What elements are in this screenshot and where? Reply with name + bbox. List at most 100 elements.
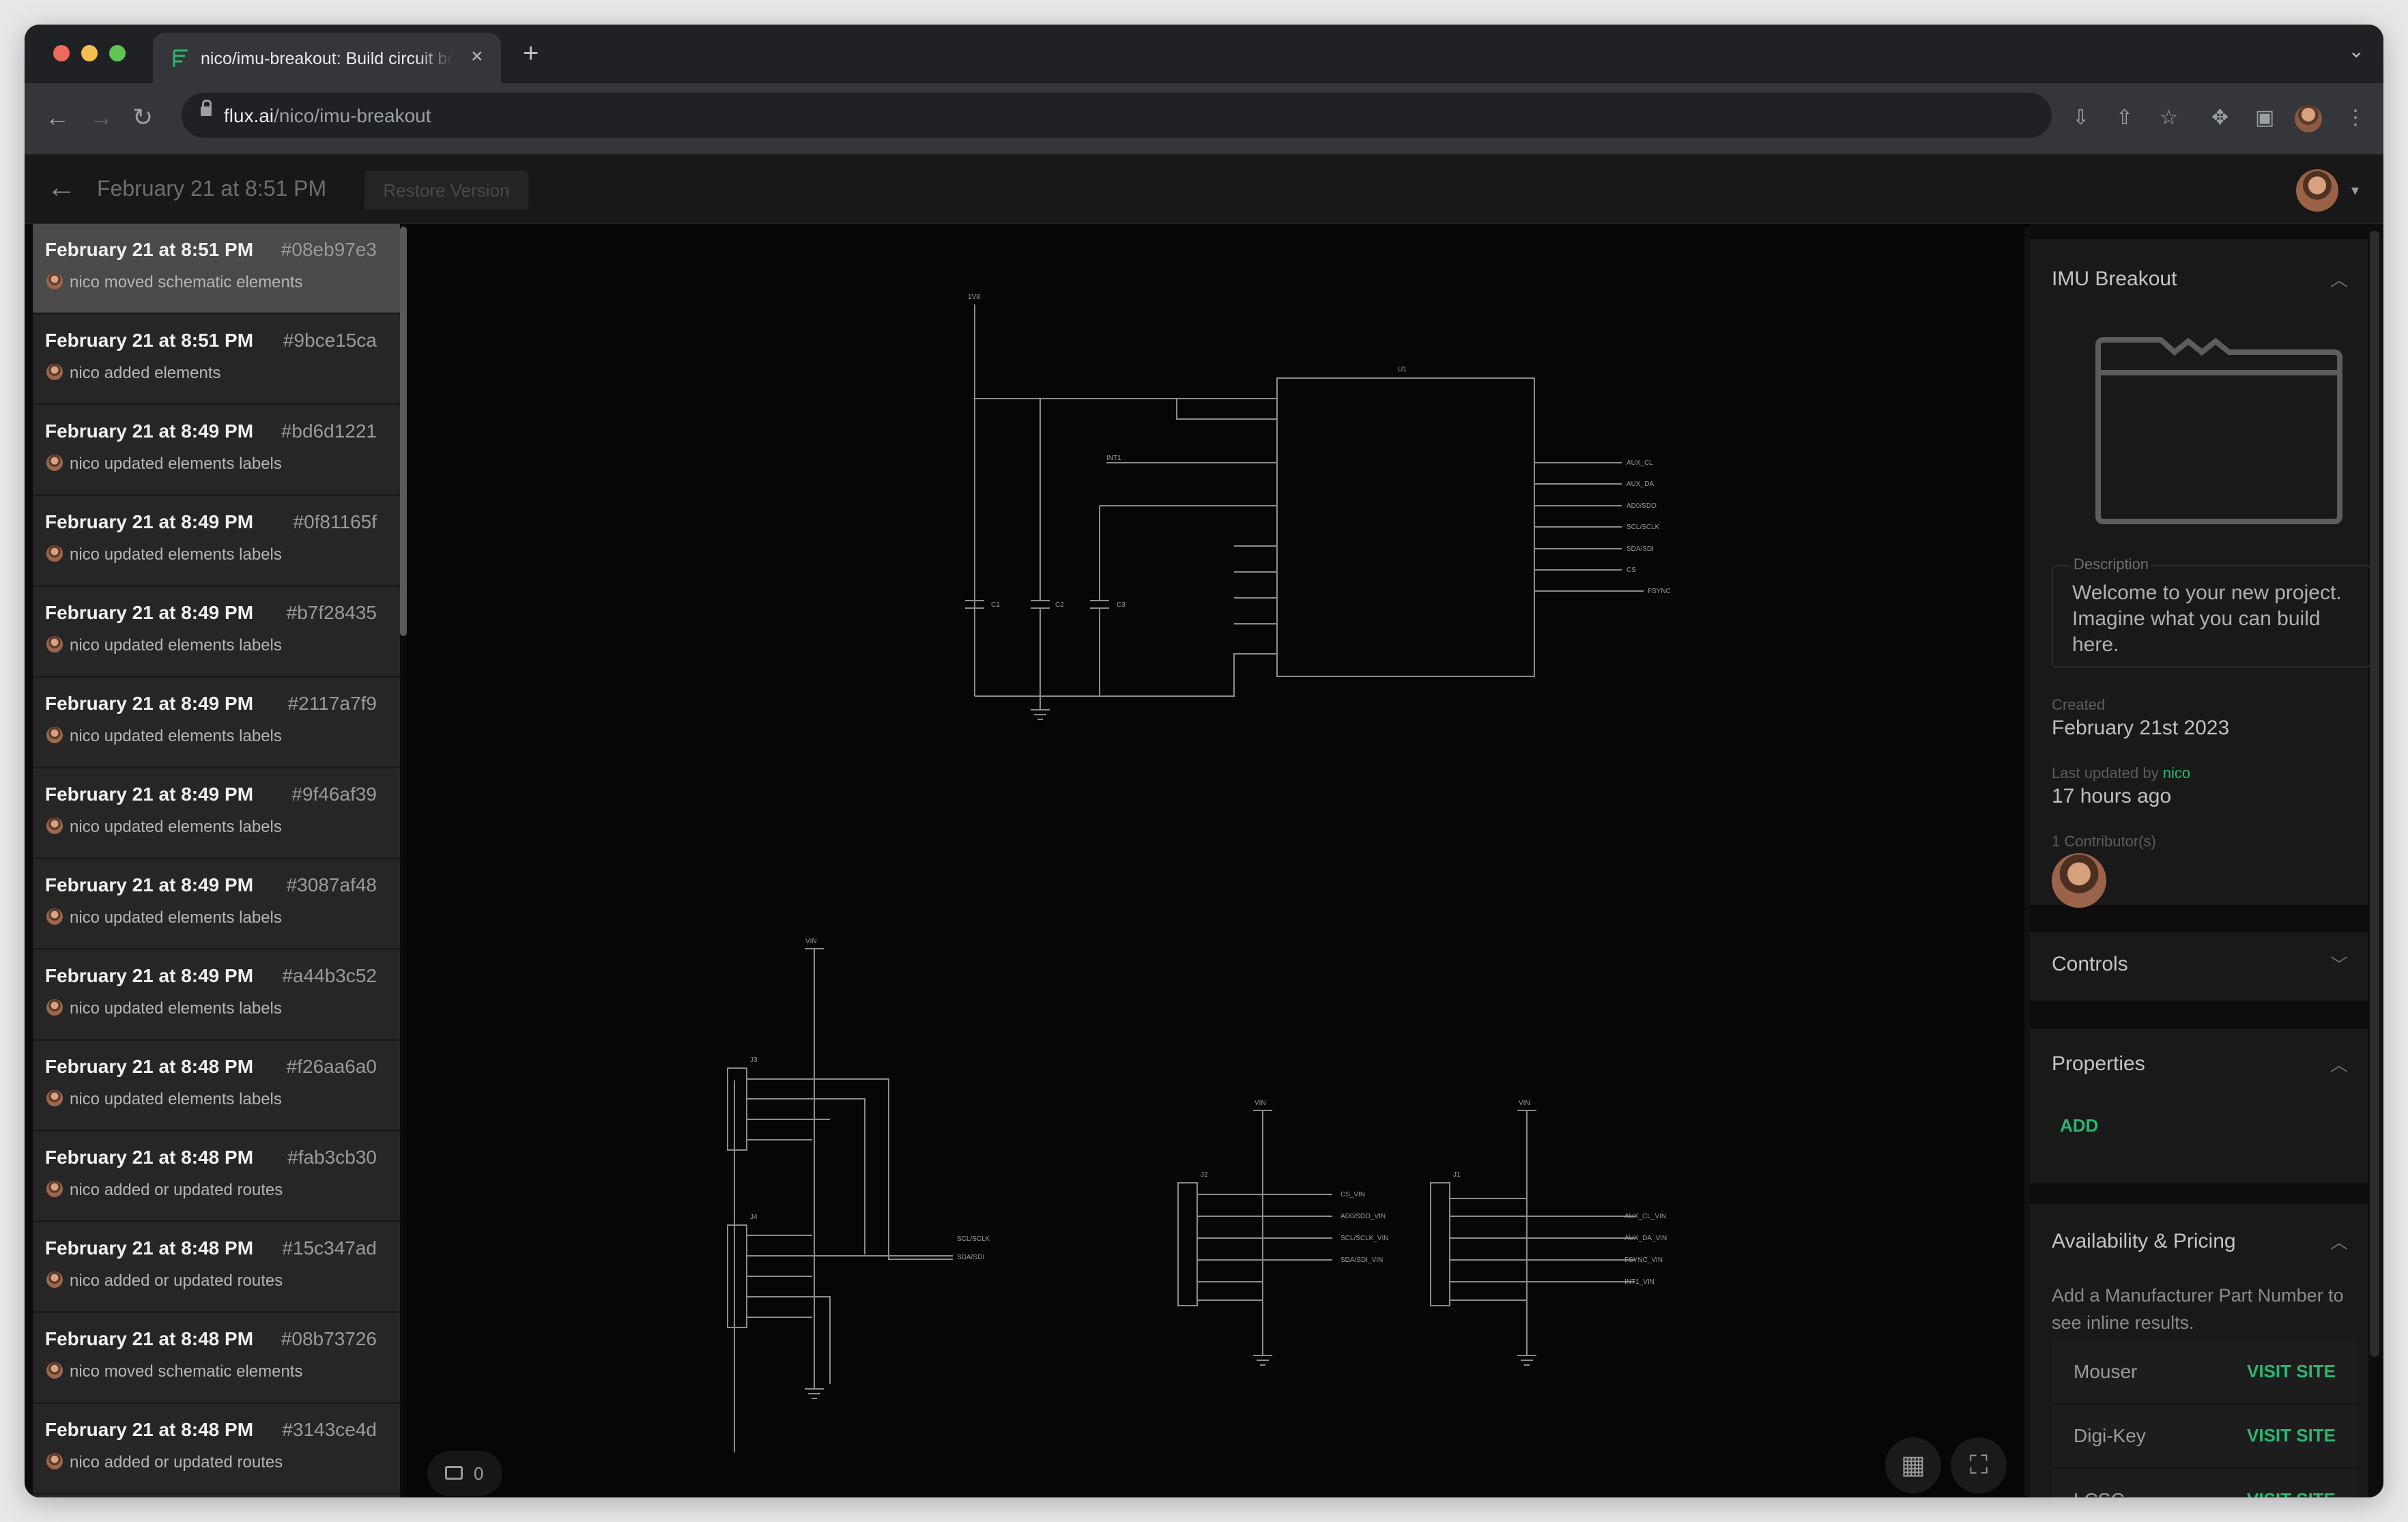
inspector-scrollbar[interactable] (2370, 231, 2379, 1357)
install-app-icon[interactable]: ⇩ (2072, 106, 2089, 130)
history-message: nico updated elements labels (70, 818, 282, 836)
controls-section[interactable]: Controls ﹀ (2030, 932, 2368, 1001)
close-window-button[interactable] (53, 45, 70, 61)
share-icon[interactable]: ⇧ (2116, 106, 2133, 130)
supplier-name: Digi-Key (2074, 1425, 2146, 1446)
ground-symbol (1517, 1355, 1536, 1366)
history-date: February 21 at 8:49 PM (45, 602, 254, 623)
new-tab-button[interactable]: + (523, 40, 539, 67)
history-date: February 21 at 8:48 PM (45, 1419, 254, 1440)
user-avatar[interactable] (2296, 169, 2338, 212)
history-date: February 21 at 8:51 PM (45, 330, 254, 351)
visit-site-link[interactable]: VISIT SITE (2247, 1489, 2336, 1497)
tab-close-icon[interactable]: × (471, 45, 483, 68)
history-item[interactable]: February 21 at 8:48 PM #fab3cb30 nico adde… (33, 1132, 400, 1222)
ref-label-j3: J3 (750, 1057, 758, 1064)
ref-label-u1: U1 (1398, 366, 1407, 373)
availability-hint: Add a Manufacturer Part Number to see in… (2052, 1285, 2344, 1333)
collapse-chevron-icon[interactable]: ︿ (2330, 1229, 2348, 1254)
browser-menu-icon[interactable]: ⋮ (2345, 106, 2366, 130)
history-message: nico updated elements labels (70, 1090, 282, 1108)
restore-version-button[interactable]: Restore Version (364, 171, 528, 210)
back-icon[interactable]: ← (45, 104, 70, 131)
history-item[interactable]: February 21 at 8:49 PM #a44b3c52 nico upda… (33, 950, 400, 1041)
history-item[interactable]: February 21 at 8:49 PM #bd6d1221 nico upda… (33, 405, 400, 496)
wire (1234, 545, 1277, 624)
history-item[interactable]: February 21 at 8:49 PM #3087af48 nico upda… (33, 859, 400, 950)
browser-toolbar: ← → ↻ flux.ai/nico/imu-breakout ⇩ ⇧ ☆ ✥ … (25, 83, 2383, 156)
tab-search-chevron-icon[interactable]: ⌄ (2349, 40, 2364, 62)
wire (1197, 1194, 1332, 1301)
visit-site-link[interactable]: VISIT SITE (2247, 1361, 2336, 1382)
supplier-row: Mouser VISIT SITE (2052, 1340, 2355, 1405)
history-message: nico moved schematic elements (70, 1362, 303, 1381)
history-item[interactable]: February 21 at 8:49 PM #0f81165f nico upda… (33, 496, 400, 587)
app-header: ← February 21 at 8:51 PM Restore Version… (25, 156, 2383, 224)
net-label-scl-sclk: SCL/SCLK (957, 1235, 990, 1243)
user-avatar-icon (46, 818, 63, 834)
net-label-cs: CS (1626, 566, 1636, 574)
browser-profile-avatar[interactable] (2295, 105, 2322, 132)
back-arrow-icon[interactable]: ← (46, 171, 76, 205)
maximize-window-button[interactable] (109, 45, 126, 61)
add-property-button[interactable]: ADD (2060, 1115, 2098, 1136)
history-message: nico updated elements labels (70, 455, 282, 473)
net-label-fsync: FSYNC (1648, 588, 1671, 595)
browser-window: nico/imu-breakout: Build circuit boards … (25, 25, 2383, 1497)
forward-icon[interactable]: → (89, 104, 113, 131)
flux-favicon-icon (173, 49, 188, 67)
history-item[interactable]: February 21 at 8:49 PM #9f46af39 nico upda… (33, 769, 400, 859)
history-item[interactable]: February 21 at 8:48 PM #08b73726 nico move… (33, 1313, 400, 1404)
history-item[interactable]: February 21 at 8:49 PM #b7f28435 nico upda… (33, 587, 400, 678)
connector-j3 (727, 1067, 747, 1151)
fullscreen-icon[interactable]: ⛶ (1951, 1437, 2007, 1493)
minimize-window-button[interactable] (81, 45, 98, 61)
net-label-vin: VIN (805, 938, 817, 945)
history-hash: #3087af48 (286, 874, 377, 895)
ground-symbol (805, 1388, 824, 1399)
history-hash: #a44b3c52 (282, 965, 377, 986)
history-item[interactable]: February 21 at 8:48 PM #15c347ad nico adde… (33, 1222, 400, 1313)
side-panel-icon[interactable]: ▣ (2255, 106, 2274, 130)
history-hash: #9f46af39 (291, 784, 377, 805)
description-field[interactable]: Description Welcome to your new project.… (2052, 556, 2371, 667)
history-message: nico added or updated routes (70, 1272, 283, 1290)
collapse-chevron-icon[interactable]: ︿ (2330, 1051, 2348, 1076)
ref-label-c3: C3 (1117, 601, 1126, 609)
grid-toggle-icon[interactable]: ▦ (1885, 1437, 1941, 1493)
net-label-fsync-vin: FSYNC_VIN (1624, 1257, 1663, 1264)
user-avatar-icon (46, 1090, 63, 1106)
history-message: nico added elements (70, 364, 221, 382)
schematic-drawing[interactable]: 1V8 U1 INT1 C1 C2 C3 AUX_CL AUX_DA AD0/S… (407, 224, 2030, 1497)
caret-down-icon[interactable]: ▾ (2351, 182, 2359, 199)
history-date: February 21 at 8:49 PM (45, 420, 254, 442)
browser-tab[interactable]: nico/imu-breakout: Build circuit boards … (153, 33, 501, 83)
history-item[interactable]: February 21 at 8:48 PM #3143ce4d nico adde… (33, 1404, 400, 1495)
schematic-canvas[interactable]: 1V8 U1 INT1 C1 C2 C3 AUX_CL AUX_DA AD0/S… (407, 224, 2030, 1497)
collapse-chevron-icon[interactable]: ︿ (2330, 266, 2348, 291)
user-avatar-icon (46, 908, 63, 925)
expand-chevron-icon[interactable]: ﹀ (2330, 951, 2348, 977)
history-item[interactable]: February 21 at 8:51 PM #08eb97e3 nico move… (33, 224, 400, 315)
visit-site-link[interactable]: VISIT SITE (2247, 1425, 2336, 1446)
net-label-aux-da: AUX_DA (1626, 480, 1654, 488)
bookmark-star-icon[interactable]: ☆ (2160, 106, 2178, 130)
address-bar[interactable]: flux.ai/nico/imu-breakout (182, 93, 2052, 138)
history-item[interactable]: February 21 at 8:48 PM#3a819253 (33, 1495, 400, 1497)
history-message: nico updated elements labels (70, 908, 282, 927)
comment-count: 0 (474, 1463, 484, 1484)
contributor-avatar[interactable] (2052, 853, 2106, 908)
history-item[interactable]: February 21 at 8:48 PM #f26aa6a0 nico upda… (33, 1041, 400, 1132)
supplier-row: Digi-Key VISIT SITE (2052, 1405, 2355, 1469)
reload-icon[interactable]: ↻ (132, 104, 153, 131)
extensions-puzzle-icon[interactable]: ✥ (2211, 106, 2228, 130)
history-hash: #fab3cb30 (287, 1147, 377, 1168)
updated-user-link[interactable]: nico (2163, 764, 2190, 781)
history-hash: #f26aa6a0 (286, 1056, 377, 1077)
user-avatar-icon (46, 1362, 63, 1379)
comments-button[interactable]: 0 (427, 1451, 502, 1496)
history-scrollbar[interactable] (400, 227, 407, 636)
history-item[interactable]: February 21 at 8:51 PM #9bce15ca nico adde… (33, 315, 400, 405)
project-title: IMU Breakout (2052, 268, 2177, 290)
history-item[interactable]: February 21 at 8:49 PM #2117a7f9 nico upda… (33, 678, 400, 769)
